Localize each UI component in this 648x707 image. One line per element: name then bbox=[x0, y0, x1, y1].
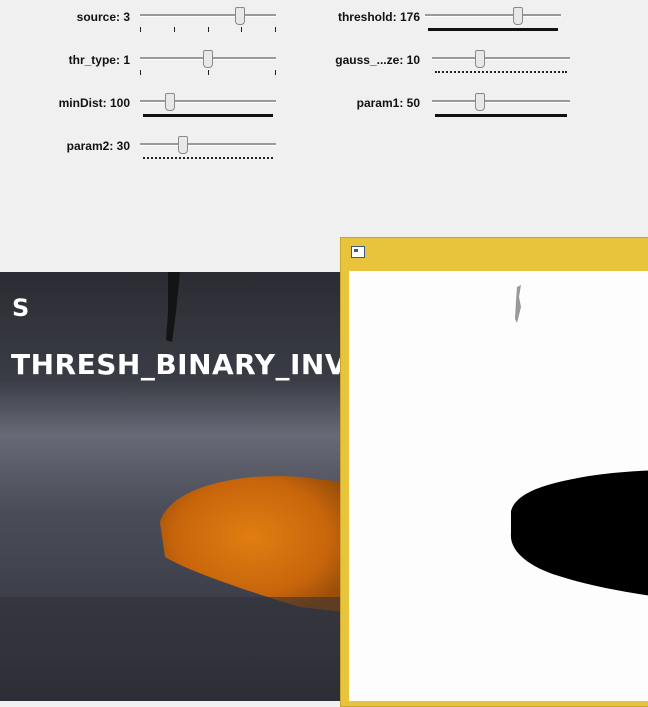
trackbar-thumb[interactable] bbox=[475, 50, 485, 68]
probe-shape bbox=[166, 272, 180, 342]
trackbar-track[interactable] bbox=[432, 100, 570, 103]
trackbar-ticks bbox=[435, 112, 567, 117]
trackbar-source[interactable]: source: 3 bbox=[0, 4, 300, 44]
overlay-source-label: S bbox=[12, 294, 30, 322]
trackbar-param2[interactable]: param2: 30 bbox=[0, 133, 300, 173]
trackbar-label-param1: param1: 50 bbox=[356, 96, 420, 110]
probe-mark bbox=[515, 285, 521, 323]
trackbar-mindist[interactable]: minDist: 100 bbox=[0, 90, 300, 130]
trackbar-ticks bbox=[140, 27, 276, 32]
trackbar-thumb[interactable] bbox=[178, 136, 188, 154]
trackbar-label-thr-type: thr_type: 1 bbox=[68, 53, 130, 67]
trackbar-track[interactable] bbox=[432, 57, 570, 60]
trackbar-gauss-size[interactable]: gauss_...ze: 10 bbox=[290, 47, 590, 87]
threshold-window[interactable]: S bbox=[340, 237, 648, 707]
orange-object bbox=[160, 476, 344, 612]
window-app-icon[interactable] bbox=[351, 246, 365, 258]
trackbar-thumb[interactable] bbox=[165, 93, 175, 111]
trackbar-ticks bbox=[143, 154, 273, 159]
overlay-threshold-type: THRESH_BINARY_INV bbox=[11, 348, 344, 381]
binary-blob bbox=[510, 470, 648, 596]
threshold-output-image bbox=[510, 285, 648, 596]
trackbar-label-gauss-size: gauss_...ze: 10 bbox=[335, 53, 420, 67]
trackbar-ticks bbox=[428, 26, 558, 31]
trackbar-label-mindist: minDist: 100 bbox=[58, 96, 130, 110]
trackbar-label-threshold: threshold: 176 bbox=[337, 10, 420, 24]
threshold-output-canvas bbox=[349, 271, 648, 701]
trackbar-track[interactable] bbox=[140, 100, 276, 103]
trackbar-track[interactable] bbox=[140, 143, 276, 146]
trackbar-ticks bbox=[140, 70, 276, 75]
trackbar-track[interactable] bbox=[425, 14, 561, 17]
trackbar-track[interactable] bbox=[140, 14, 276, 17]
trackbar-ticks bbox=[435, 68, 567, 73]
trackbar-thr-type[interactable]: thr_type: 1 bbox=[0, 47, 300, 87]
source-image-window: S THRESH_BINARY_INV bbox=[0, 272, 344, 701]
trackbar-label-source: source: 3 bbox=[76, 10, 130, 24]
trackbar-thumb[interactable] bbox=[513, 7, 523, 25]
trackbar-threshold[interactable]: threshold: 176 bbox=[290, 4, 590, 44]
trackbar-ticks bbox=[143, 112, 273, 117]
trackbar-thumb[interactable] bbox=[235, 7, 245, 25]
trackbar-param1[interactable]: param1: 50 bbox=[290, 90, 590, 130]
trackbar-label-param2: param2: 30 bbox=[66, 139, 130, 153]
trackbar-thumb[interactable] bbox=[475, 93, 485, 111]
trackbar-thumb[interactable] bbox=[203, 50, 213, 68]
trackbar-panel: source: 3 thr_type: 1 minDist: 100 param… bbox=[0, 0, 648, 272]
source-image bbox=[0, 272, 344, 701]
